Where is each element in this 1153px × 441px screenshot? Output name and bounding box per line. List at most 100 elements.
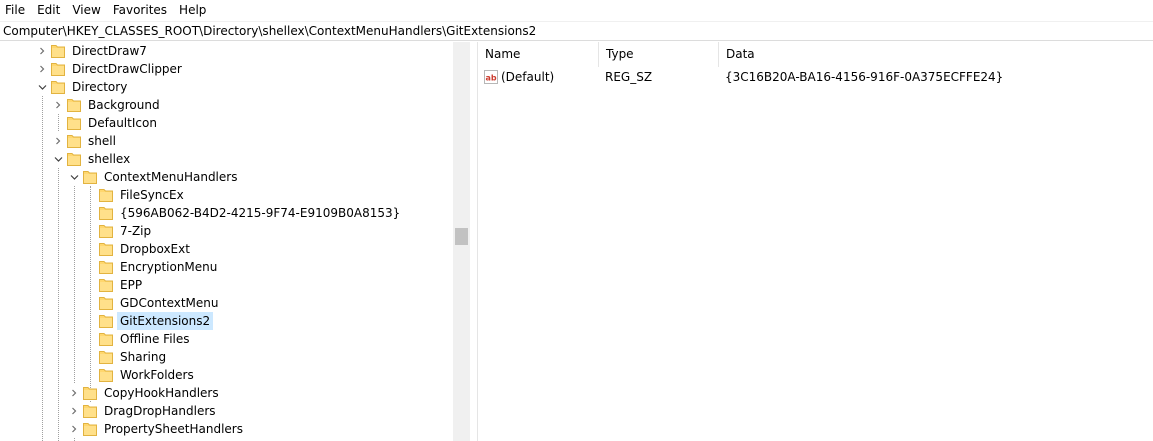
tree-item-label[interactable]: Offline Files [117,330,193,348]
column-header-data[interactable]: Data [719,42,1153,67]
chevron-right-icon[interactable] [66,384,82,402]
tree-vertical-scrollbar[interactable] [453,42,470,441]
folder-icon [98,258,114,276]
menu-edit[interactable]: Edit [32,0,67,21]
tree-item[interactable]: FileSyncEx [82,186,187,204]
tree-item-label[interactable]: CopyHookHandlers [101,384,222,402]
column-header-type[interactable]: Type [599,42,719,67]
chevron-right-icon[interactable] [66,420,82,438]
folder-icon [66,96,82,114]
value-type: REG_SZ [605,70,653,84]
tree-item-label[interactable]: EPP [117,276,145,294]
menu-help[interactable]: Help [174,0,213,21]
tree-item-label[interactable]: PropertySheetHandlers [101,420,246,438]
tree-item[interactable]: DirectDraw7 [34,42,150,60]
tree-item-label[interactable]: EncryptionMenu [117,258,220,276]
tree-item-label[interactable]: shell [85,132,119,150]
tree-item[interactable]: EncryptionMenu [82,258,220,276]
chevron-right-icon[interactable] [66,402,82,420]
tree-item[interactable]: GDContextMenu [82,294,222,312]
tree-item[interactable]: DragDropHandlers [66,402,219,420]
folder-icon [98,240,114,258]
tree-item[interactable]: shell [50,132,119,150]
string-value-icon: ab [484,70,498,84]
chevron-down-icon[interactable] [66,168,82,186]
chevron-down-icon[interactable] [50,150,66,168]
value-name: (Default) [501,70,555,84]
value-row-default[interactable]: ab (Default) REG_SZ {3C16B20A-BA16-4156-… [478,68,1153,87]
pane-splitter[interactable] [471,42,478,441]
tree-item[interactable]: Background [50,96,163,114]
tree-item[interactable]: EPP [82,276,145,294]
key-tree-pane: DirectDraw7 DirectDrawClipper Directory Bac… [0,42,471,441]
chevron-right-icon[interactable] [34,60,50,78]
tree-item-label[interactable]: Sharing [117,348,169,366]
menu-bar: File Edit View Favorites Help [0,0,1153,21]
tree-item-label[interactable]: Directory [69,78,130,96]
tree-item[interactable]: DirectDrawClipper [34,60,185,78]
tree-item-label[interactable]: FileSyncEx [117,186,187,204]
tree-item-label[interactable]: Background [85,96,163,114]
tree-item-label[interactable]: ContextMenuHandlers [101,168,240,186]
chevron-down-icon[interactable] [34,78,50,96]
tree-item-label[interactable]: shellex [85,150,133,168]
folder-icon [98,330,114,348]
tree-item-label[interactable]: DefaultIcon [85,114,160,132]
tree-scrollbar-thumb[interactable] [455,228,468,245]
tree-item-label[interactable]: DragDropHandlers [101,402,219,420]
tree-item-label[interactable]: GitExtensions2 [117,312,214,330]
tree-item-label[interactable]: GDContextMenu [117,294,222,312]
folder-icon [82,384,98,402]
chevron-right-icon[interactable] [34,42,50,60]
tree-item[interactable]: GitExtensions2 [82,312,214,330]
folder-icon [98,204,114,222]
value-data: {3C16B20A-BA16-4156-916F-0A375ECFFE24} [725,70,1004,84]
column-header-name[interactable]: Name [478,42,599,67]
tree-item[interactable]: shellex [50,150,133,168]
tree-item[interactable]: {596AB062-B4D2-4215-9F74-E9109B0A8153} [82,204,403,222]
tree-item-label[interactable]: 7-Zip [117,222,154,240]
tree-item-label[interactable]: {596AB062-B4D2-4215-9F74-E9109B0A8153} [117,204,403,222]
tree-item[interactable]: PropertySheetHandlers [66,420,246,438]
folder-icon [50,60,66,78]
tree-item-label[interactable]: WorkFolders [117,366,197,384]
folder-icon [98,294,114,312]
tree-item[interactable]: DefaultIcon [50,114,160,132]
tree-item[interactable]: ContextMenuHandlers [66,168,240,186]
folder-icon [98,312,114,330]
menu-favorites[interactable]: Favorites [108,0,174,21]
tree-item[interactable]: DropboxExt [82,240,193,258]
folder-icon [82,168,98,186]
chevron-right-icon[interactable] [50,132,66,150]
tree-item[interactable]: Sharing [82,348,169,366]
menu-file[interactable]: File [0,0,32,21]
folder-icon [66,114,82,132]
tree-item-label[interactable]: DirectDraw7 [69,42,150,60]
tree-item[interactable]: Directory [34,78,130,96]
chevron-right-icon[interactable] [50,96,66,114]
folder-icon [66,132,82,150]
tree-item[interactable]: CopyHookHandlers [66,384,222,402]
folder-icon [98,186,114,204]
tree-item-label[interactable]: DirectDrawClipper [69,60,185,78]
menu-view[interactable]: View [67,0,107,21]
tree-item[interactable]: Offline Files [82,330,193,348]
folder-icon [66,150,82,168]
folder-icon [82,402,98,420]
tree-item-label[interactable]: DropboxExt [117,240,193,258]
tree-item[interactable]: 7-Zip [82,222,154,240]
tree-item[interactable]: WorkFolders [82,366,197,384]
address-bar[interactable]: Computer\HKEY_CLASSES_ROOT\Directory\she… [0,21,1153,41]
